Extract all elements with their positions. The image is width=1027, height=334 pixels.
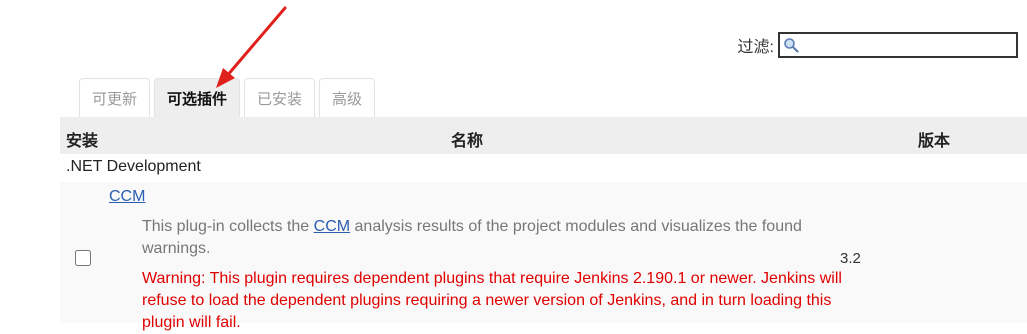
install-checkbox[interactable] bbox=[75, 250, 91, 266]
filter-label: 过滤: bbox=[737, 39, 774, 56]
filter-field[interactable] bbox=[778, 32, 1018, 58]
description-link[interactable]: CCM bbox=[314, 218, 350, 235]
category-label: .NET Development bbox=[66, 158, 201, 175]
tab-available[interactable]: 可选插件 bbox=[154, 78, 241, 118]
tab-advanced[interactable]: 高级 bbox=[319, 78, 376, 118]
tab-updates[interactable]: 可更新 bbox=[79, 78, 151, 118]
header-version[interactable]: 版本 bbox=[918, 127, 950, 151]
plugin-description: This plug-in collects the CCM analysis r… bbox=[142, 216, 832, 260]
filter-bar: 过滤: bbox=[738, 31, 1018, 59]
search-icon bbox=[784, 38, 799, 53]
plugin-version: 3.2 bbox=[840, 250, 861, 267]
tab-bar: 可更新 可选插件 已安装 高级 bbox=[79, 78, 376, 118]
plugin-warning: Warning: This plugin requires dependent … bbox=[142, 270, 842, 331]
filter-input[interactable] bbox=[802, 35, 1016, 57]
description-text-start: This plug-in collects the bbox=[142, 218, 314, 235]
header-install[interactable]: 安装 bbox=[66, 127, 98, 151]
header-name[interactable]: 名称 bbox=[451, 127, 483, 151]
table-row: CCM This plug-in collects the CCM analys… bbox=[60, 182, 1027, 331]
table-header: 安装 名称 版本 bbox=[60, 117, 1027, 154]
tab-installed[interactable]: 已安装 bbox=[244, 78, 316, 118]
plugin-name-link[interactable]: CCM bbox=[109, 188, 145, 206]
